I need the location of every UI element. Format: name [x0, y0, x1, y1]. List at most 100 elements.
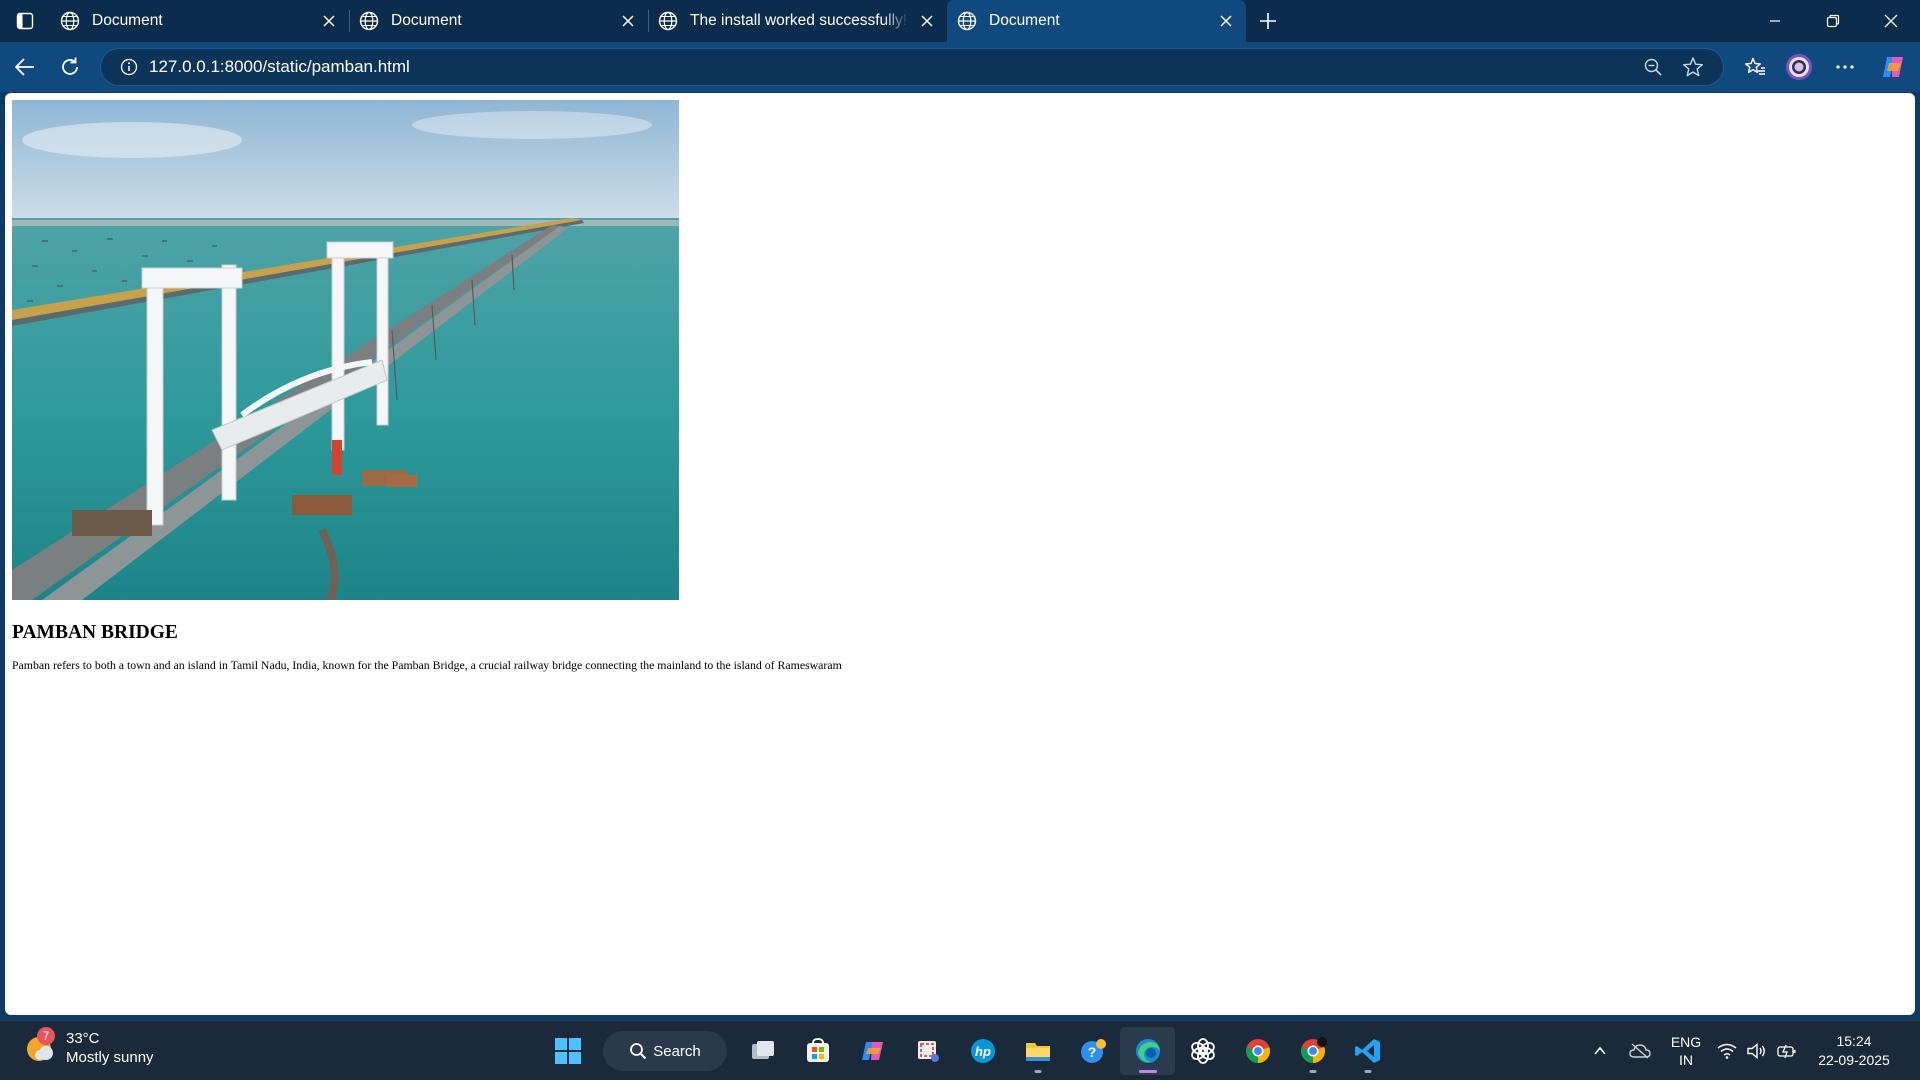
favorites-list-icon: [1745, 57, 1765, 75]
chrome-icon: [1245, 1039, 1270, 1063]
show-hidden-icons-button[interactable]: [1580, 1021, 1620, 1080]
chevron-up-icon: [1594, 1046, 1606, 1055]
copilot-icon: [861, 1042, 883, 1060]
taskbar-clock[interactable]: 15:24 22-09-2025: [1804, 1032, 1904, 1070]
copilot-icon: [1883, 57, 1903, 77]
favorite-star-icon[interactable]: [1673, 49, 1713, 85]
close-icon[interactable]: [909, 3, 945, 39]
browser-toolbar: 127.0.0.1:8000/static/pamban.html: [0, 42, 1920, 92]
help-icon: ?: [1080, 1039, 1106, 1063]
tab-title: Document: [989, 12, 1060, 29]
tab-title: Document: [92, 12, 163, 29]
weather-badge: 7: [37, 1027, 55, 1045]
search-icon: [630, 1043, 647, 1060]
chatgpt-button[interactable]: [1175, 1027, 1230, 1075]
language-region: IN: [1679, 1052, 1693, 1068]
globe-icon: [656, 9, 680, 33]
tab-install-success[interactable]: The install worked successfully! Congrat…: [648, 0, 947, 42]
file-explorer-button[interactable]: [1010, 1027, 1065, 1075]
weather-temperature: 33°C: [66, 1030, 100, 1047]
pamban-bridge-image: [12, 100, 679, 600]
chrome-icon: [1300, 1037, 1327, 1063]
microsoft-store-button[interactable]: [790, 1027, 845, 1075]
tab-document-2[interactable]: Document: [349, 0, 648, 42]
edge-icon: [1135, 1039, 1160, 1063]
favorites-button[interactable]: [1736, 48, 1774, 86]
chrome-button[interactable]: [1230, 1027, 1285, 1075]
running-indicator: [1309, 1070, 1316, 1073]
restore-icon: [1826, 14, 1840, 28]
globe-icon: [357, 9, 381, 33]
restore-button[interactable]: [1804, 0, 1862, 42]
zoom-out-icon[interactable]: [1633, 49, 1673, 85]
copilot-button[interactable]: [1874, 48, 1912, 86]
site-info-icon[interactable]: [111, 49, 147, 85]
close-icon[interactable]: [1208, 3, 1244, 39]
snipping-tool-button[interactable]: [900, 1027, 955, 1075]
clock-date: 22-09-2025: [1818, 1052, 1890, 1068]
refresh-button[interactable]: [51, 48, 89, 86]
tab-actions-menu-icon[interactable]: [0, 0, 50, 42]
page-heading: PAMBAN BRIDGE: [12, 622, 178, 643]
minimize-button[interactable]: [1746, 0, 1804, 42]
search-label: Search: [653, 1042, 701, 1060]
get-help-button[interactable]: ?: [1065, 1027, 1120, 1075]
avatar: [1786, 54, 1812, 80]
hp-app-button[interactable]: hp: [955, 1027, 1010, 1075]
store-icon: [806, 1038, 829, 1062]
svg-text:hp: hp: [975, 1044, 991, 1059]
language-code: ENG: [1670, 1034, 1702, 1050]
close-icon: [1884, 14, 1898, 28]
tab-title: The install worked successfully! Congrat…: [690, 12, 909, 29]
plus-icon: [1260, 13, 1276, 29]
svg-text:?: ?: [1087, 1044, 1096, 1060]
volume-icon[interactable]: [1742, 1021, 1772, 1080]
minimize-icon: [1770, 20, 1780, 22]
close-icon[interactable]: [610, 3, 646, 39]
task-view-button[interactable]: [735, 1027, 790, 1075]
close-window-button[interactable]: [1862, 0, 1920, 42]
vscode-icon: [1354, 1039, 1380, 1063]
globe-icon: [58, 9, 82, 33]
system-tray: ENG IN 15:24 22-09-2025: [1580, 1021, 1920, 1080]
cloud-offline-icon: [1629, 1043, 1651, 1059]
weather-widget[interactable]: 7 33°C Mostly sunny: [24, 1027, 154, 1067]
close-icon[interactable]: [311, 3, 347, 39]
refresh-icon: [62, 57, 78, 75]
language-indicator[interactable]: ENG IN: [1660, 1033, 1712, 1069]
chrome-profile-button[interactable]: [1285, 1027, 1340, 1075]
wifi-icon[interactable]: [1712, 1021, 1742, 1080]
running-indicator: [1034, 1070, 1041, 1073]
onedrive-button[interactable]: [1620, 1021, 1660, 1080]
start-button[interactable]: [540, 1027, 595, 1075]
profile-button[interactable]: [1780, 48, 1818, 86]
hp-logo-icon: hp: [970, 1039, 995, 1063]
battery-icon[interactable]: [1772, 1021, 1804, 1080]
clock-time: 15:24: [1836, 1033, 1872, 1049]
taskbar-search[interactable]: Search: [603, 1031, 727, 1071]
back-arrow-icon: [15, 58, 34, 76]
window-controls: [1746, 0, 1920, 42]
address-bar[interactable]: 127.0.0.1:8000/static/pamban.html: [100, 48, 1724, 86]
more-dots-icon: [1836, 65, 1854, 69]
tab-document-active[interactable]: Document: [947, 0, 1246, 42]
chatgpt-icon: [1190, 1038, 1215, 1064]
vscode-button[interactable]: [1340, 1027, 1395, 1075]
address-url[interactable]: 127.0.0.1:8000/static/pamban.html: [149, 57, 410, 77]
copilot-app-button[interactable]: [845, 1027, 900, 1075]
task-view-icon: [751, 1041, 774, 1059]
new-tab-button[interactable]: [1246, 0, 1290, 42]
page-paragraph: Pamban refers to both a town and an isla…: [12, 658, 842, 672]
weather-sun-icon: 7: [24, 1027, 58, 1065]
edge-browser-button[interactable]: [1120, 1027, 1175, 1075]
taskbar: 7 33°C Mostly sunny Search hp ? ENG IN 1…: [0, 1020, 1920, 1080]
weather-condition: Mostly sunny: [66, 1049, 154, 1066]
taskbar-apps: Search hp ?: [540, 1027, 1395, 1075]
page-content: PAMBAN BRIDGE Pamban refers to both a to…: [5, 93, 1915, 680]
back-button[interactable]: [6, 48, 44, 86]
tab-title: Document: [391, 12, 462, 29]
settings-more-button[interactable]: [1826, 48, 1864, 86]
tab-document-1[interactable]: Document: [50, 0, 349, 42]
running-indicator: [1364, 1070, 1371, 1073]
snipping-tool-icon: [917, 1041, 939, 1062]
